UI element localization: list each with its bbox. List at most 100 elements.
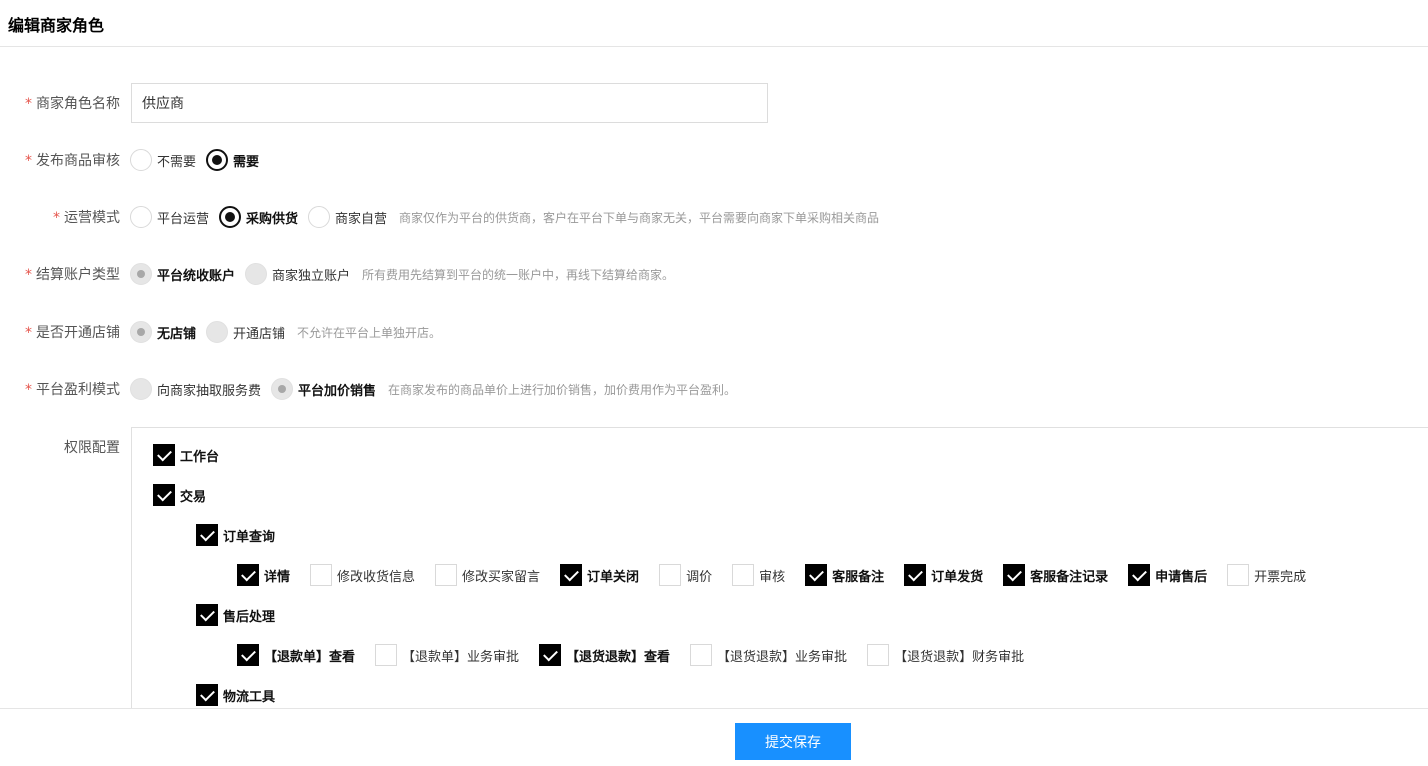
audit-row: * 发布商品审核 不需要 需要	[0, 148, 1428, 172]
mode-hint: 商家仅作为平台的供货商，客户在平台下单与商家无关，平台需要向商家下单采购相关商品	[399, 210, 880, 225]
role-name-input[interactable]	[131, 83, 768, 123]
radio-selected-icon	[206, 149, 229, 171]
permission-item-label: 修改收货信息	[337, 569, 416, 585]
permission-item[interactable]: 【退货退款】财务审批	[867, 644, 1044, 666]
permission-item-label: 【退款单】业务审批	[402, 649, 520, 665]
permission-item-label: 调价	[686, 569, 713, 585]
radio-selected-icon	[219, 206, 242, 228]
permission-item-label: 审核	[759, 569, 786, 585]
store-option-open: 开通店铺	[206, 321, 285, 343]
permissions-label: 权限配置	[64, 440, 120, 456]
permission-item[interactable]: 详情	[237, 564, 310, 586]
profit-label: * 平台盈利模式	[25, 382, 120, 398]
perm-trade[interactable]: 交易	[153, 484, 226, 506]
permission-item[interactable]: 订单关闭	[560, 564, 659, 586]
submit-save-button[interactable]: 提交保存	[735, 723, 851, 760]
permission-item-label: 【退货退款】查看	[566, 649, 671, 665]
permission-item[interactable]: 客服备注记录	[1003, 564, 1128, 586]
permission-item-label: 客服备注记录	[1030, 569, 1109, 585]
mode-option-self[interactable]: 商家自营	[308, 206, 387, 228]
checkbox-icon	[732, 564, 755, 586]
permission-item-label: 【退货退款】财务审批	[894, 649, 1025, 665]
checkbox-icon	[867, 644, 890, 666]
checkbox-checked-icon	[539, 644, 562, 666]
perm-order-query[interactable]: 订单查询	[196, 524, 295, 546]
permission-item[interactable]: 修改买家留言	[435, 564, 560, 586]
permission-item[interactable]: 申请售后	[1128, 564, 1227, 586]
permission-item[interactable]: 【退货退款】业务审批	[690, 644, 867, 666]
store-row: * 是否开通店铺 无店铺 开通店铺 不允许在平台上单独开店。	[0, 320, 1428, 344]
radio-disabled-selected-icon	[130, 263, 152, 285]
audit-label: * 发布商品审核	[25, 153, 120, 169]
profit-option-markup: 平台加价销售	[271, 378, 376, 400]
after-sales-items: 【退款单】查看 【退款单】业务审批 【退货退款】查看 【退货退款】业务审批 【退货退款】…	[237, 644, 1044, 666]
account-hint: 所有费用先结算到平台的统一账户中，再线下结算给商家。	[362, 267, 675, 282]
permission-item[interactable]: 修改收货信息	[310, 564, 435, 586]
permission-item[interactable]: 【退款单】业务审批	[375, 644, 539, 666]
checkbox-checked-icon	[196, 524, 218, 546]
account-label: * 结算账户类型	[25, 267, 120, 283]
permission-item[interactable]: 【退货退款】查看	[539, 644, 690, 666]
checkbox-checked-icon	[560, 564, 583, 586]
checkbox-checked-icon	[1128, 564, 1151, 586]
checkbox-icon	[1227, 564, 1250, 586]
checkbox-checked-icon	[153, 484, 175, 506]
permission-item[interactable]: 开票完成	[1227, 564, 1326, 586]
permission-item-label: 申请售后	[1155, 569, 1208, 585]
checkbox-checked-icon	[196, 684, 218, 706]
radio-icon	[130, 206, 152, 228]
required-mark: *	[25, 96, 32, 112]
store-hint: 不允许在平台上单独开店。	[297, 325, 442, 340]
profit-option-fee: 向商家抽取服务费	[130, 378, 261, 400]
radio-disabled-icon	[130, 378, 152, 400]
footer-bar: 提交保存	[0, 708, 1428, 766]
checkbox-icon	[375, 644, 398, 666]
permission-item-label: 订单发货	[931, 569, 984, 585]
order-query-items: 详情 修改收货信息 修改买家留言 订单关闭 调价 审核 客服备注 订单发货 客服备注记录 申请售后…	[237, 564, 1326, 586]
checkbox-checked-icon	[1003, 564, 1026, 586]
permission-item[interactable]: 审核	[732, 564, 805, 586]
checkbox-checked-icon	[153, 444, 175, 466]
radio-disabled-selected-icon	[271, 378, 294, 400]
radio-icon	[308, 206, 331, 228]
role-name-row: * 商家角色名称	[0, 83, 1428, 123]
radio-disabled-icon	[245, 263, 268, 285]
checkbox-checked-icon	[237, 564, 259, 586]
permission-item-label: 【退货退款】业务审批	[717, 649, 848, 665]
perm-after-sales[interactable]: 售后处理	[196, 604, 295, 626]
permission-item[interactable]: 客服备注	[805, 564, 904, 586]
checkbox-checked-icon	[904, 564, 927, 586]
checkbox-icon	[435, 564, 458, 586]
account-option-merchant: 商家独立账户	[245, 263, 350, 285]
mode-row: * 运营模式 平台运营 采购供货 商家自营 商家仅作为平台的供货商，客户在平台下单…	[0, 205, 1428, 229]
permission-item-label: 详情	[264, 569, 291, 585]
page-header: 编辑商家角色	[0, 0, 1428, 47]
perm-logistics[interactable]: 物流工具	[196, 684, 295, 706]
checkbox-icon	[690, 644, 713, 666]
checkbox-icon	[310, 564, 333, 586]
permission-item[interactable]: 调价	[659, 564, 732, 586]
radio-icon	[130, 149, 152, 171]
radio-disabled-selected-icon	[130, 321, 152, 343]
permission-item[interactable]: 订单发货	[904, 564, 1003, 586]
checkbox-icon	[659, 564, 682, 586]
checkbox-checked-icon	[196, 604, 218, 626]
checkbox-checked-icon	[805, 564, 828, 586]
permission-item-label: 修改买家留言	[462, 569, 541, 585]
permission-item-label: 客服备注	[832, 569, 885, 585]
page-title: 编辑商家角色	[8, 16, 105, 35]
permission-item-label: 开票完成	[1254, 569, 1307, 585]
profit-hint: 在商家发布的商品单价上进行加价销售，加价费用作为平台盈利。	[388, 382, 737, 397]
role-name-label: * 商家角色名称	[25, 96, 120, 112]
audit-option-no[interactable]: 不需要	[130, 149, 196, 171]
permission-item-label: 订单关闭	[587, 569, 640, 585]
perm-workbench[interactable]: 工作台	[153, 444, 239, 466]
radio-disabled-icon	[206, 321, 229, 343]
mode-label: * 运营模式	[53, 210, 120, 226]
profit-row: * 平台盈利模式 向商家抽取服务费 平台加价销售 在商家发布的商品单价上进行加价销…	[0, 377, 1428, 401]
store-option-none: 无店铺	[130, 321, 196, 343]
audit-option-yes[interactable]: 需要	[206, 149, 259, 171]
mode-option-platform[interactable]: 平台运营	[130, 206, 209, 228]
permission-item[interactable]: 【退款单】查看	[237, 644, 375, 666]
mode-option-purchase[interactable]: 采购供货	[219, 206, 298, 228]
